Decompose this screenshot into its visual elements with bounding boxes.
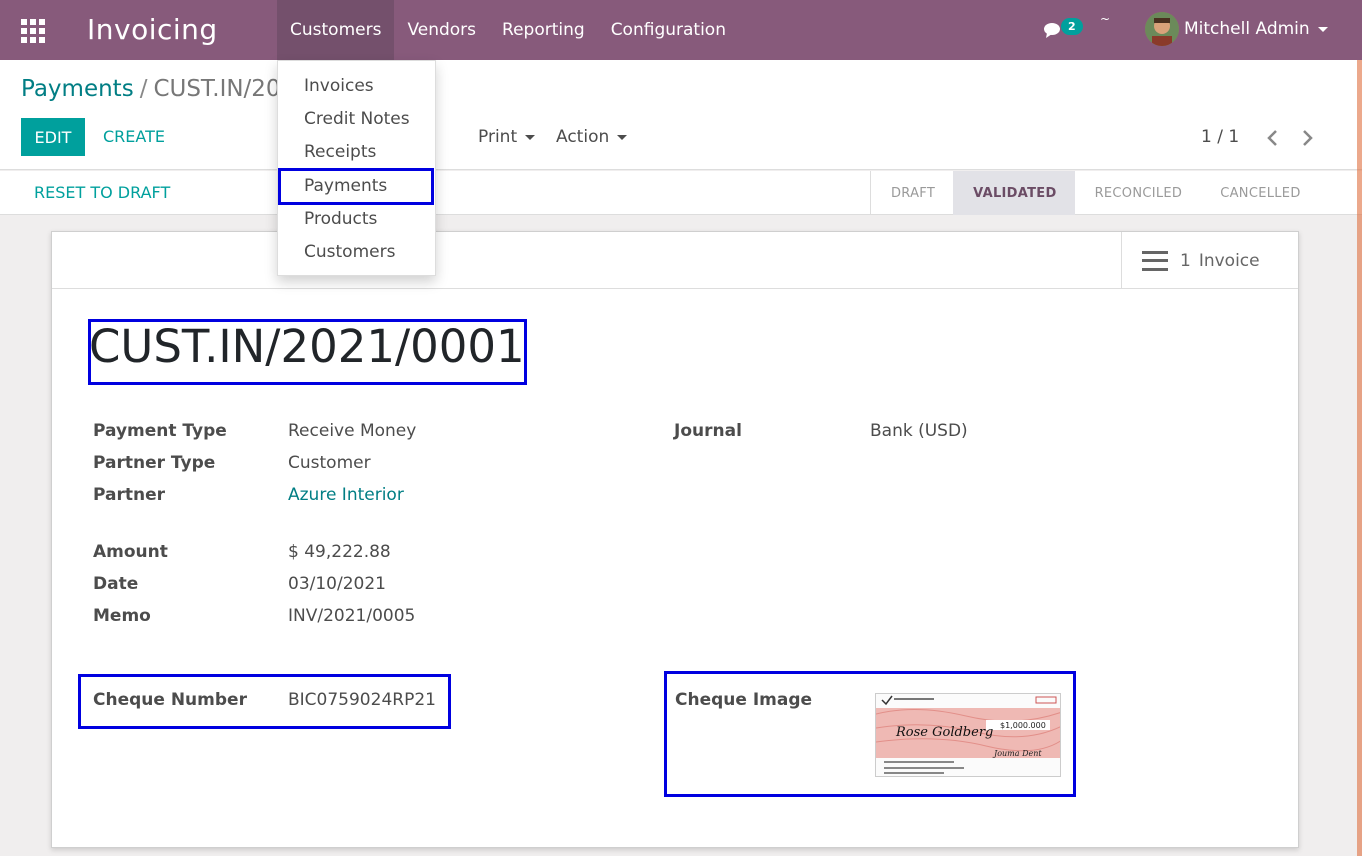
partner-type-value: Customer: [288, 453, 371, 473]
journal-value: Bank (USD): [870, 421, 968, 441]
stage-reconciled: RECONCILED: [1094, 185, 1183, 201]
partner-type-label: Partner Type: [93, 453, 216, 473]
highlight-cheque-number: [78, 674, 451, 729]
memo-label: Memo: [93, 606, 151, 626]
activity-icon[interactable]: ~: [1100, 12, 1110, 26]
reset-to-draft-button[interactable]: RESET TO DRAFT: [34, 183, 170, 202]
top-navbar: Invoicing Customers Vendors Reporting Co…: [0, 0, 1362, 60]
amount-value: $ 49,222.88: [288, 542, 391, 562]
breadcrumb: Payments / CUST.IN/20: [21, 76, 281, 102]
dropdown-item-customers[interactable]: Customers: [304, 242, 395, 262]
chevron-left-icon[interactable]: [1266, 128, 1278, 152]
menu-reporting[interactable]: Reporting: [489, 0, 598, 60]
date-value: 03/10/2021: [288, 574, 386, 594]
app-title: Invoicing: [87, 13, 218, 46]
invoice-count: 1: [1180, 250, 1191, 271]
invoice-label: Invoice: [1198, 250, 1260, 271]
breadcrumb-payments-link[interactable]: Payments: [21, 76, 134, 102]
breadcrumb-separator: /: [139, 76, 148, 102]
apps-grid-icon[interactable]: [21, 19, 45, 43]
print-dropdown[interactable]: Print: [478, 127, 536, 147]
chevron-down-icon: [617, 134, 628, 140]
dropdown-item-credit-notes[interactable]: Credit Notes: [304, 109, 410, 129]
user-name[interactable]: Mitchell Admin: [1184, 19, 1310, 39]
stage-pipeline: DRAFT VALIDATED RECONCILED CANCELLED: [870, 171, 1319, 215]
stage-draft: DRAFT: [891, 185, 936, 201]
partner-link[interactable]: Azure Interior: [288, 485, 404, 505]
highlight-record-title: [88, 319, 527, 385]
menu-vendors[interactable]: Vendors: [394, 0, 489, 60]
status-bar: RESET TO DRAFT DRAFT VALIDATED RECONCILE…: [0, 171, 1362, 215]
chevron-down-icon[interactable]: [1318, 27, 1328, 32]
create-button[interactable]: CREATE: [103, 127, 165, 146]
dropdown-item-products[interactable]: Products: [304, 209, 377, 229]
avatar[interactable]: [1145, 12, 1179, 46]
chevron-right-icon[interactable]: [1302, 128, 1314, 152]
invoice-smart-button[interactable]: 1 Invoice: [1121, 232, 1298, 289]
scrollbar[interactable]: [1357, 60, 1362, 856]
main-menu: Customers Vendors Reporting Configuratio…: [277, 0, 739, 60]
journal-label: Journal: [674, 421, 742, 441]
control-panel: Payments / CUST.IN/20 EDIT CREATE Print Ac…: [0, 60, 1362, 170]
payment-type-value: Receive Money: [288, 421, 417, 441]
highlight-cheque-image: [664, 671, 1076, 797]
action-label: Action: [556, 127, 610, 147]
date-label: Date: [93, 574, 139, 594]
chat-button[interactable]: 2: [1043, 18, 1087, 42]
pager-value[interactable]: 1 / 1: [1201, 127, 1239, 147]
edit-button[interactable]: EDIT: [21, 118, 85, 156]
breadcrumb-current: CUST.IN/20: [153, 76, 281, 102]
button-box: 1 Invoice: [52, 232, 1298, 289]
amount-label: Amount: [93, 542, 168, 562]
stage-validated: VALIDATED: [953, 171, 1075, 215]
highlight-payments-item: [278, 168, 434, 205]
menu-configuration[interactable]: Configuration: [598, 0, 739, 60]
list-icon: [1142, 250, 1168, 271]
action-dropdown[interactable]: Action: [556, 127, 628, 147]
print-label: Print: [478, 127, 518, 147]
menu-customers[interactable]: Customers: [277, 0, 395, 60]
dropdown-item-receipts[interactable]: Receipts: [304, 142, 376, 162]
chat-icon: [1044, 23, 1060, 38]
chat-count-badge: 2: [1061, 18, 1083, 35]
memo-value: INV/2021/0005: [288, 606, 416, 626]
stage-cancelled: CANCELLED: [1220, 185, 1301, 201]
dropdown-item-invoices[interactable]: Invoices: [304, 76, 374, 96]
payment-type-label: Payment Type: [93, 421, 227, 441]
chevron-down-icon: [525, 134, 536, 140]
partner-label: Partner: [93, 485, 166, 505]
